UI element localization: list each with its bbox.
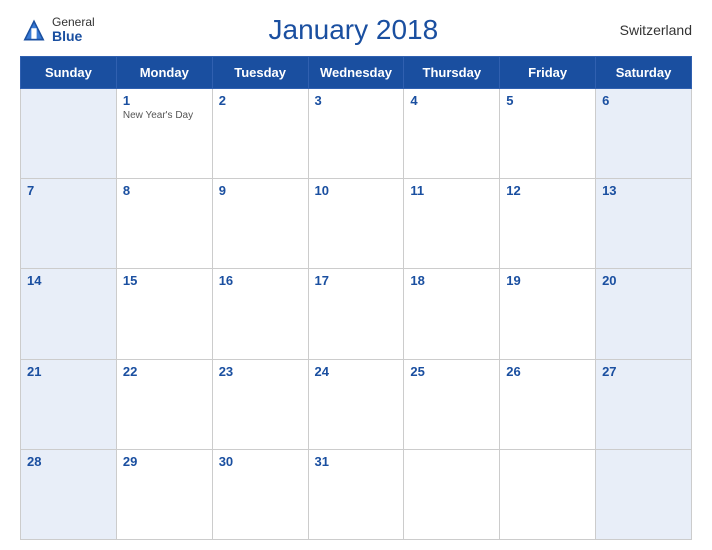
calendar-cell: 19 xyxy=(500,269,596,359)
calendar-cell: 8 xyxy=(116,179,212,269)
calendar-cell: 30 xyxy=(212,449,308,539)
calendar-cell: 4 xyxy=(404,89,500,179)
col-sunday: Sunday xyxy=(21,57,117,89)
calendar-cell: 25 xyxy=(404,359,500,449)
calendar-cell: 12 xyxy=(500,179,596,269)
calendar-cell: 11 xyxy=(404,179,500,269)
generalblue-logo-icon xyxy=(20,16,48,44)
calendar-cell: 2 xyxy=(212,89,308,179)
days-of-week-row: Sunday Monday Tuesday Wednesday Thursday… xyxy=(21,57,692,89)
calendar-cell: 20 xyxy=(596,269,692,359)
calendar-cell: 22 xyxy=(116,359,212,449)
calendar-week-3: 14 15 16 17 18 19 20 xyxy=(21,269,692,359)
day-number: 8 xyxy=(123,183,206,198)
day-number: 14 xyxy=(27,273,110,288)
day-number: 2 xyxy=(219,93,302,108)
calendar-week-4: 21 22 23 24 25 26 27 xyxy=(21,359,692,449)
day-number: 20 xyxy=(602,273,685,288)
col-saturday: Saturday xyxy=(596,57,692,89)
day-number: 6 xyxy=(602,93,685,108)
calendar-cell: 14 xyxy=(21,269,117,359)
day-number: 28 xyxy=(27,454,110,469)
col-monday: Monday xyxy=(116,57,212,89)
calendar-header-row: Sunday Monday Tuesday Wednesday Thursday… xyxy=(21,57,692,89)
logo-general: General xyxy=(52,16,95,29)
logo-text: General Blue xyxy=(52,16,95,45)
day-number: 23 xyxy=(219,364,302,379)
calendar-cell xyxy=(500,449,596,539)
country-label: Switzerland xyxy=(612,22,692,38)
day-number: 13 xyxy=(602,183,685,198)
calendar-cell: 28 xyxy=(21,449,117,539)
day-number: 27 xyxy=(602,364,685,379)
calendar-cell: 1 New Year's Day xyxy=(116,89,212,179)
calendar-body: 1New Year's Day2345678910111213141516171… xyxy=(21,89,692,540)
calendar-week-5: 28 29 30 31 xyxy=(21,449,692,539)
calendar-cell: 3 xyxy=(308,89,404,179)
day-number: 3 xyxy=(315,93,398,108)
calendar-cell: 26 xyxy=(500,359,596,449)
day-number: 21 xyxy=(27,364,110,379)
day-number: 4 xyxy=(410,93,493,108)
day-number: 15 xyxy=(123,273,206,288)
day-number: 29 xyxy=(123,454,206,469)
calendar-cell: 6 xyxy=(596,89,692,179)
calendar-cell: 31 xyxy=(308,449,404,539)
calendar-cell: 7 xyxy=(21,179,117,269)
day-number: 22 xyxy=(123,364,206,379)
day-number: 1 xyxy=(123,93,206,108)
calendar-cell: 23 xyxy=(212,359,308,449)
calendar-cell: 29 xyxy=(116,449,212,539)
calendar-cell: 5 xyxy=(500,89,596,179)
logo-blue: Blue xyxy=(52,29,95,44)
day-number: 25 xyxy=(410,364,493,379)
col-friday: Friday xyxy=(500,57,596,89)
day-number: 11 xyxy=(410,183,493,198)
day-number: 24 xyxy=(315,364,398,379)
day-number: 26 xyxy=(506,364,589,379)
calendar-header: General Blue January 2018 Switzerland xyxy=(20,10,692,50)
calendar-cell: 15 xyxy=(116,269,212,359)
day-number: 17 xyxy=(315,273,398,288)
col-wednesday: Wednesday xyxy=(308,57,404,89)
calendar-cell xyxy=(404,449,500,539)
calendar-cell: 17 xyxy=(308,269,404,359)
calendar-cell: 10 xyxy=(308,179,404,269)
calendar-cell: 27 xyxy=(596,359,692,449)
day-number: 18 xyxy=(410,273,493,288)
calendar-cell: 21 xyxy=(21,359,117,449)
calendar-table: Sunday Monday Tuesday Wednesday Thursday… xyxy=(20,56,692,540)
calendar-cell: 18 xyxy=(404,269,500,359)
col-thursday: Thursday xyxy=(404,57,500,89)
calendar-cell xyxy=(21,89,117,179)
calendar-cell: 13 xyxy=(596,179,692,269)
calendar-cell: 16 xyxy=(212,269,308,359)
day-number: 10 xyxy=(315,183,398,198)
day-number: 12 xyxy=(506,183,589,198)
day-number: 5 xyxy=(506,93,589,108)
calendar-week-2: 789 10 11 12 13 xyxy=(21,179,692,269)
calendar-cell xyxy=(596,449,692,539)
calendar-cell: 24 xyxy=(308,359,404,449)
logo: General Blue xyxy=(20,16,95,45)
calendar-cell: 9 xyxy=(212,179,308,269)
day-number: 31 xyxy=(315,454,398,469)
day-number: 19 xyxy=(506,273,589,288)
day-number: 30 xyxy=(219,454,302,469)
col-tuesday: Tuesday xyxy=(212,57,308,89)
day-number: 9 xyxy=(219,183,302,198)
day-number: 16 xyxy=(219,273,302,288)
calendar-title: January 2018 xyxy=(95,14,612,46)
holiday-label: New Year's Day xyxy=(123,110,206,121)
day-number: 7 xyxy=(27,183,110,198)
calendar-week-1: 1 New Year's Day 23456 xyxy=(21,89,692,179)
